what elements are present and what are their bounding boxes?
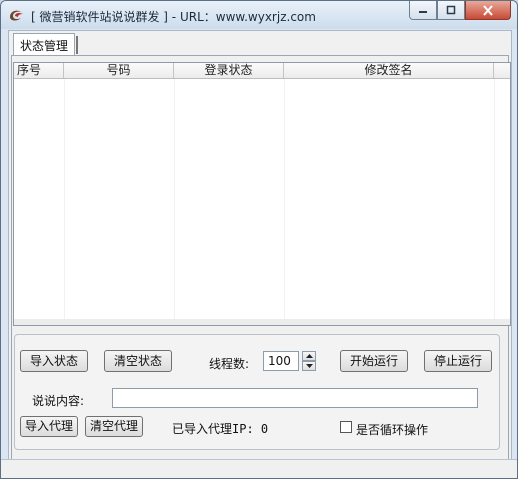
spin-down-icon: [305, 364, 313, 368]
thread-count-input[interactable]: 100: [263, 351, 299, 371]
start-button[interactable]: 开始运行: [340, 350, 408, 372]
spin-up-icon: [305, 354, 313, 358]
window-controls: [409, 1, 511, 20]
column-header-login-status[interactable]: 登录状态: [174, 63, 284, 78]
control-panel: 导入状态 清空状态 线程数: 100 开始运行 停止运行 说说内容: 导入代理: [14, 334, 500, 450]
client-area: 状态管理 序号 号码 登录状态 修改签名 导入状态 清空状态 线程数: 100 …: [8, 30, 512, 474]
spin-down-button[interactable]: [302, 361, 316, 371]
maximize-icon: [446, 5, 456, 15]
minimize-icon: [419, 11, 427, 13]
column-header-edit-signature[interactable]: 修改签名: [284, 63, 494, 78]
app-icon: [10, 10, 23, 21]
import-proxy-button[interactable]: 导入代理: [20, 416, 78, 437]
grid-line: [494, 79, 495, 325]
horizontal-scrollbar[interactable]: [14, 319, 510, 325]
close-icon: [483, 4, 493, 16]
window-title: [ 微营销软件站说说群发 ] - URL：www.wyxrjz.com: [31, 10, 316, 24]
loop-label[interactable]: 是否循环操作: [356, 421, 428, 438]
close-button[interactable]: [465, 1, 511, 20]
grid-line: [284, 79, 285, 325]
thread-count-label: 线程数:: [209, 357, 250, 371]
main-window: [ 微营销软件站说说群发 ] - URL：www.wyxrjz.com 状态管理…: [0, 0, 518, 479]
loop-checkbox[interactable]: [340, 421, 352, 433]
tab-panel: 序号 号码 登录状态 修改签名 导入状态 清空状态 线程数: 100 开始运行 …: [11, 55, 511, 471]
title-bar[interactable]: [ 微营销软件站说说群发 ] - URL：www.wyxrjz.com: [1, 1, 517, 29]
spin-up-button[interactable]: [302, 351, 316, 361]
grid-line: [174, 79, 175, 325]
clear-proxy-button[interactable]: 清空代理: [85, 416, 143, 437]
import-status-button[interactable]: 导入状态: [20, 350, 88, 372]
content-input[interactable]: [112, 388, 478, 408]
minimize-button[interactable]: [409, 1, 437, 20]
account-list[interactable]: 序号 号码 登录状态 修改签名: [13, 62, 511, 326]
list-header: 序号 号码 登录状态 修改签名: [14, 63, 510, 79]
column-header-empty: [494, 63, 510, 78]
stop-button[interactable]: 停止运行: [424, 350, 492, 372]
list-body[interactable]: [14, 79, 510, 325]
proxy-count-label: 已导入代理IP: 0: [172, 422, 269, 436]
grid-line: [64, 79, 65, 325]
clear-status-button[interactable]: 清空状态: [104, 350, 172, 372]
thread-count-spinner[interactable]: [302, 351, 316, 371]
column-header-number[interactable]: 号码: [64, 63, 174, 78]
tab-strip: 状态管理: [9, 31, 511, 58]
maximize-button[interactable]: [437, 1, 465, 20]
content-label: 说说内容:: [32, 394, 85, 408]
status-bar: [1, 459, 517, 478]
column-header-index[interactable]: 序号: [14, 63, 64, 78]
